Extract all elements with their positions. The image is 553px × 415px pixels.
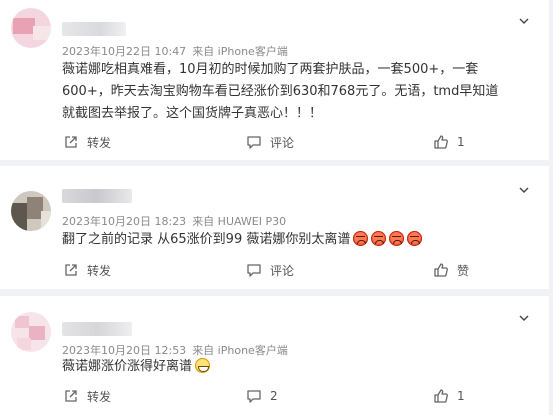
angry-emoji (389, 231, 405, 246)
chevron-down-icon[interactable] (519, 185, 529, 195)
share-icon (65, 390, 77, 402)
share-icon (65, 136, 77, 148)
thumbs-up-icon (434, 135, 448, 149)
comment-text: 翻了之前的记录 从65涨价到99 薇诺娜你别太离谱 (62, 232, 351, 247)
comment-icon (247, 390, 261, 403)
comment-date: 2023年10月20日 18:23 (62, 215, 187, 228)
like-count: 1 (457, 389, 465, 403)
comment-text-row: 薇诺娜涨价涨得好离谱 (62, 356, 507, 378)
comment-actions: 转发 评论 1 (0, 132, 549, 152)
avatar[interactable] (11, 191, 51, 231)
share-icon (65, 264, 77, 276)
share-button[interactable]: 转发 (63, 132, 111, 152)
comment-card: 2023年10月22日 10:47 来自 iPhone客户端 薇诺娜吃相真难看，1… (0, 0, 549, 160)
comment-card: 2023年10月20日 18:23 来自 HUAWEI P30 翻了之前的记录 从… (0, 166, 549, 289)
comment-button[interactable]: 评论 (246, 260, 294, 280)
like-button[interactable]: 1 (433, 132, 465, 152)
username-redacted[interactable] (62, 322, 132, 336)
angry-emoji (353, 231, 369, 246)
comment-icon (247, 136, 261, 149)
thumbs-up-icon (434, 263, 448, 277)
comment-source: 来自 iPhone客户端 (192, 45, 288, 58)
comment-actions: 转发 2 1 (0, 386, 549, 406)
share-label: 转发 (87, 135, 112, 150)
comment-actions: 转发 评论 赞 (0, 260, 549, 280)
avatar[interactable] (11, 312, 51, 352)
grin-emoji (195, 358, 211, 373)
comment-meta: 2023年10月20日 18:23 来自 HUAWEI P30 (62, 213, 286, 229)
comment-button[interactable]: 2 (246, 386, 278, 406)
comment-label: 评论 (270, 135, 295, 150)
share-label: 转发 (87, 389, 112, 404)
comment-icon (247, 264, 261, 277)
thumbs-up-icon (434, 389, 448, 403)
avatar[interactable] (11, 8, 51, 48)
share-button[interactable]: 转发 (63, 386, 111, 406)
username-redacted[interactable] (62, 189, 132, 203)
username-redacted[interactable] (62, 22, 126, 36)
comment-text: 薇诺娜吃相真难看，10月初的时候加购了两套护肤品，一套500+，一套600+，昨… (62, 62, 499, 121)
like-button[interactable]: 赞 (433, 260, 469, 280)
like-button[interactable]: 1 (433, 386, 465, 406)
comment-label: 评论 (270, 263, 295, 278)
angry-emoji (371, 231, 387, 246)
share-label: 转发 (87, 263, 112, 278)
comment-button[interactable]: 评论 (246, 132, 294, 152)
comment-card: 2023年10月20日 12:53 来自 iPhone客户端 薇诺娜涨价涨得好离谱… (0, 296, 549, 415)
like-count: 1 (457, 135, 465, 149)
comment-meta: 2023年10月22日 10:47 来自 iPhone客户端 (62, 43, 288, 59)
chevron-down-icon[interactable] (519, 313, 529, 323)
comment-count: 2 (270, 389, 278, 403)
comment-text: 薇诺娜涨价涨得好离谱 (62, 359, 193, 374)
share-button[interactable]: 转发 (63, 260, 111, 280)
chevron-down-icon[interactable] (519, 16, 529, 26)
angry-emoji (407, 231, 423, 246)
comment-text-row: 翻了之前的记录 从65涨价到99 薇诺娜你别太离谱 (62, 229, 507, 251)
like-label: 赞 (457, 263, 470, 278)
comment-source: 来自 HUAWEI P30 (192, 215, 287, 228)
comment-date: 2023年10月22日 10:47 (62, 45, 187, 58)
